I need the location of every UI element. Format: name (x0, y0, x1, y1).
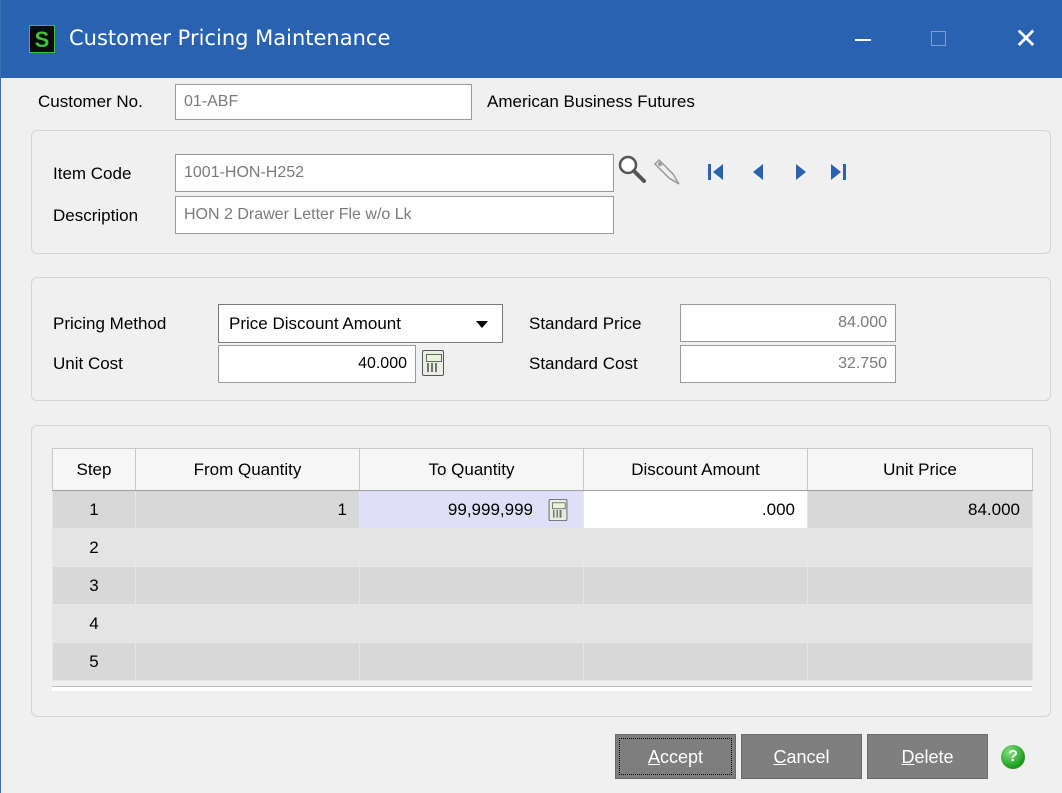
from-quantity-cell[interactable] (135, 528, 360, 567)
item-code-field[interactable]: 1001-HON-H252 (175, 154, 614, 192)
table-row[interactable]: 5 (52, 642, 1033, 681)
first-record-icon[interactable] (706, 160, 726, 184)
accept-button[interactable]: Accept (615, 734, 736, 779)
pricing-method-label: Pricing Method (53, 314, 167, 333)
pricing-method-select[interactable]: Price Discount Amount (218, 304, 503, 343)
from-quantity-cell[interactable]: 1 (135, 490, 360, 529)
tag-icon[interactable] (653, 156, 687, 188)
column-header-step[interactable]: Step (52, 448, 136, 491)
customer-no-label: Customer No. (38, 92, 143, 111)
accept-accel: A (647, 747, 660, 767)
close-button[interactable]: ✕ (1006, 20, 1046, 58)
chevron-down-icon (476, 321, 488, 328)
title-bar[interactable]: S Customer Pricing Maintenance ✕ (1, 0, 1062, 78)
unit-price-cell (807, 604, 1033, 643)
accept-label: ccept (659, 747, 704, 767)
column-header-from-quantity[interactable]: From Quantity (135, 448, 360, 491)
cancel-accel: C (773, 747, 787, 767)
search-icon[interactable] (617, 154, 647, 184)
help-icon[interactable]: ? (1001, 745, 1025, 769)
step-cell: 5 (52, 642, 136, 681)
description-label: Description (53, 206, 139, 225)
from-quantity-cell[interactable] (135, 642, 360, 681)
step-cell: 3 (52, 566, 136, 605)
to-quantity-cell[interactable] (359, 528, 584, 567)
pricing-group (31, 277, 1051, 401)
customer-name: American Business Futures (487, 92, 695, 111)
table-row[interactable]: 3 (52, 566, 1033, 605)
from-quantity-cell[interactable] (135, 604, 360, 643)
pricing-method-value: Price Discount Amount (229, 314, 401, 333)
discount-amount-cell[interactable] (583, 528, 808, 567)
to-quantity-cell[interactable] (359, 604, 584, 643)
maximize-button[interactable] (918, 20, 958, 58)
table-row[interactable]: 1 1 99,999,999 .000 84.000 (52, 490, 1033, 529)
last-record-icon[interactable] (828, 160, 848, 184)
discount-amount-cell[interactable]: .000 (583, 490, 808, 529)
customer-pricing-window: S Customer Pricing Maintenance ✕ Custome… (0, 0, 1062, 793)
unit-cost-field[interactable]: 40.000 (218, 345, 416, 383)
previous-record-icon[interactable] (748, 160, 768, 184)
unit-price-cell (807, 642, 1033, 681)
column-header-to-quantity[interactable]: To Quantity (359, 448, 584, 491)
delete-label: elete (914, 747, 954, 767)
calculator-icon[interactable] (548, 498, 568, 522)
description-field[interactable]: HON 2 Drawer Letter Fle w/o Lk (175, 196, 614, 234)
step-cell: 2 (52, 528, 136, 567)
grid-header-row: Step From Quantity To Quantity Discount … (52, 448, 1033, 491)
item-code-label: Item Code (53, 164, 132, 183)
delete-accel: D (901, 747, 915, 767)
pricing-steps-grid: Step From Quantity To Quantity Discount … (52, 448, 1033, 681)
table-row[interactable]: 4 (52, 604, 1033, 643)
discount-amount-cell[interactable] (583, 566, 808, 605)
from-quantity-cell[interactable] (135, 566, 360, 605)
discount-amount-cell[interactable] (583, 642, 808, 681)
to-quantity-cell[interactable] (359, 566, 584, 605)
standard-price-field: 84.000 (680, 304, 896, 342)
column-header-discount-amount[interactable]: Discount Amount (583, 448, 808, 491)
window-title: Customer Pricing Maintenance (69, 26, 391, 50)
grid-bottom-edge (52, 686, 1032, 691)
next-record-icon[interactable] (791, 160, 811, 184)
unit-cost-label: Unit Cost (53, 354, 123, 373)
step-cell: 1 (52, 490, 136, 529)
column-header-unit-price[interactable]: Unit Price (807, 448, 1033, 491)
delete-button[interactable]: Delete (867, 734, 988, 779)
minimize-button[interactable] (844, 20, 884, 58)
standard-price-label: Standard Price (529, 314, 642, 333)
cancel-label: ancel (786, 747, 830, 767)
unit-price-cell (807, 528, 1033, 567)
sage-logo-icon: S (29, 25, 55, 53)
to-quantity-value: 99,999,999 (447, 499, 533, 519)
unit-price-cell: 84.000 (807, 490, 1033, 529)
cancel-button[interactable]: Cancel (741, 734, 862, 779)
step-cell: 4 (52, 604, 136, 643)
to-quantity-cell[interactable]: 99,999,999 (359, 490, 584, 529)
customer-no-field[interactable]: 01-ABF (175, 84, 472, 120)
unit-price-cell (807, 566, 1033, 605)
to-quantity-cell[interactable] (359, 642, 584, 681)
item-group (31, 130, 1051, 254)
standard-cost-field: 32.750 (680, 345, 896, 383)
table-row[interactable]: 2 (52, 528, 1033, 567)
discount-amount-cell[interactable] (583, 604, 808, 643)
standard-cost-label: Standard Cost (529, 354, 638, 373)
calculator-icon[interactable] (422, 350, 444, 376)
